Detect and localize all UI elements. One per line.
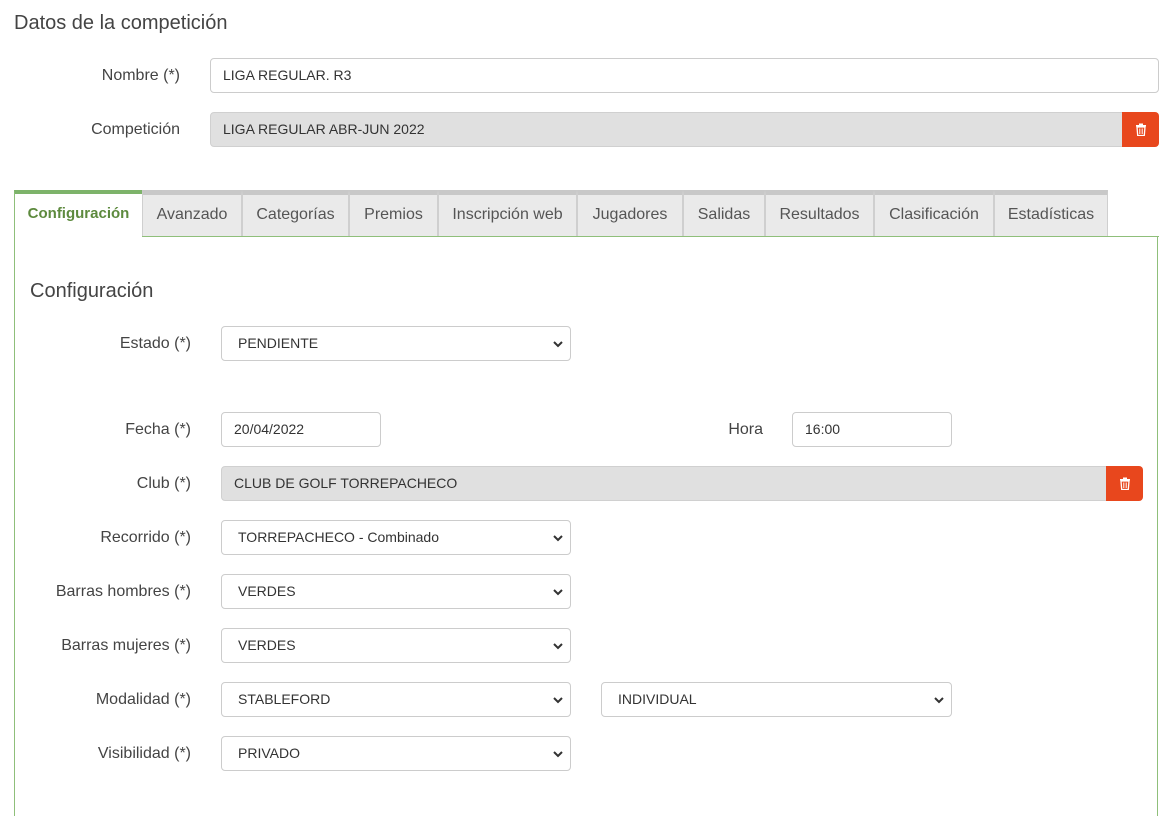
hora-input[interactable]: 16:00: [792, 412, 952, 447]
tab-clasificacion[interactable]: Clasificación: [874, 190, 994, 237]
trash-icon: [1135, 123, 1146, 136]
recorrido-label: Recorrido (*): [100, 529, 191, 546]
competicion-field: LIGA REGULAR ABR-JUN 2022: [210, 112, 1123, 147]
fecha-label: Fecha (*): [125, 421, 191, 438]
modalidad-tipo-select[interactable]: INDIVIDUAL: [601, 682, 952, 717]
recorrido-value: TORREPACHECO - Combinado: [238, 529, 439, 545]
modalidad-tipo-value: INDIVIDUAL: [618, 691, 697, 707]
club-field: CLUB DE GOLF TORREPACHECO: [221, 466, 1107, 501]
barras-mujeres-label: Barras mujeres (*): [61, 637, 191, 654]
modalidad-label: Modalidad (*): [95, 691, 191, 708]
estado-value: PENDIENTE: [238, 335, 319, 351]
chevron-down-icon: [553, 341, 563, 348]
estado-label: Estado (*): [119, 335, 191, 352]
tab-estadisticas[interactable]: Estadísticas: [994, 190, 1108, 237]
barras-hombres-value: VERDES: [238, 583, 296, 599]
nombre-label: Nombre (*): [101, 67, 180, 84]
modalidad-select[interactable]: STABLEFORD: [221, 682, 571, 717]
tab-configuracion[interactable]: Configuración: [14, 190, 142, 238]
chevron-down-icon: [553, 535, 563, 542]
tab-avanzado[interactable]: Avanzado: [142, 190, 242, 237]
barras-mujeres-value: VERDES: [238, 637, 296, 653]
barras-hombres-label: Barras hombres (*): [55, 583, 191, 600]
club-label: Club (*): [136, 475, 191, 492]
visibilidad-select[interactable]: PRIVADO: [221, 736, 571, 771]
delete-competicion-button[interactable]: [1122, 112, 1159, 147]
chevron-down-icon: [553, 589, 563, 596]
tab-panel: [14, 236, 1158, 816]
recorrido-select[interactable]: TORREPACHECO - Combinado: [221, 520, 571, 555]
barras-hombres-select[interactable]: VERDES: [221, 574, 571, 609]
estado-select[interactable]: PENDIENTE: [221, 326, 571, 361]
page-title: Datos de la competición: [14, 12, 228, 34]
tab-salidas[interactable]: Salidas: [683, 190, 765, 237]
chevron-down-icon: [553, 697, 563, 704]
visibilidad-value: PRIVADO: [238, 745, 300, 761]
tab-premios[interactable]: Premios: [349, 190, 438, 237]
modalidad-value: STABLEFORD: [238, 691, 331, 707]
chevron-down-icon: [553, 751, 563, 758]
chevron-down-icon: [553, 643, 563, 650]
competicion-label: Competición: [91, 121, 180, 138]
section-title-configuracion: Configuración: [30, 280, 154, 302]
tab-inscripcion-web[interactable]: Inscripción web: [438, 190, 577, 237]
tab-panel-border: [142, 236, 1159, 237]
delete-club-button[interactable]: [1106, 466, 1143, 501]
tab-jugadores[interactable]: Jugadores: [577, 190, 683, 237]
nombre-input[interactable]: LIGA REGULAR. R3: [210, 58, 1159, 93]
fecha-input[interactable]: 20/04/2022: [221, 412, 381, 447]
hora-label: Hora: [728, 421, 763, 438]
tab-resultados[interactable]: Resultados: [765, 190, 874, 237]
tab-categorias[interactable]: Categorías: [242, 190, 349, 237]
visibilidad-label: Visibilidad (*): [97, 745, 191, 762]
chevron-down-icon: [934, 697, 944, 704]
trash-icon: [1119, 477, 1130, 490]
barras-mujeres-select[interactable]: VERDES: [221, 628, 571, 663]
